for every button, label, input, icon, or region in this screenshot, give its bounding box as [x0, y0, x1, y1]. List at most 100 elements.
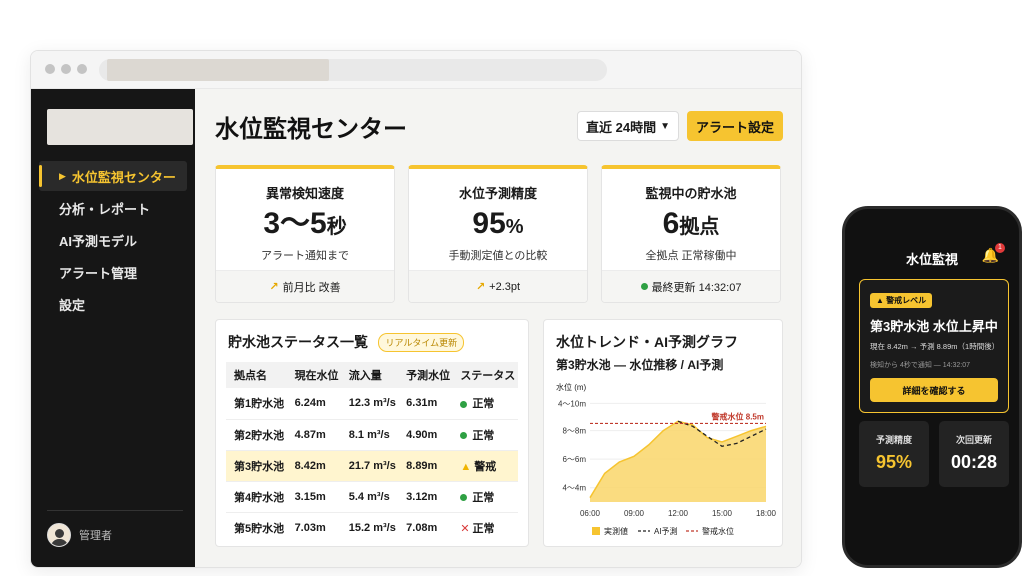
- column-header: 拠点名: [226, 362, 287, 388]
- status-online-icon: [640, 283, 648, 290]
- logo-placeholder: [47, 109, 193, 145]
- address-bar[interactable]: [99, 59, 607, 81]
- kpi-card-detection-speed: 異常検知速度 3〜5秒 アラート通知まで ↗ 前月比 改善: [215, 165, 395, 303]
- y-tick-label: 8〜8m: [562, 427, 586, 436]
- x-tick-label: 06:00: [580, 509, 601, 518]
- alert-settings-button[interactable]: アラート設定: [687, 111, 783, 141]
- sidebar-item-label: 分析・レポート: [59, 201, 151, 217]
- x-tick-label: 15:00: [712, 509, 733, 518]
- kpi-unit: 秒: [326, 216, 347, 238]
- user-profile[interactable]: 管理者: [47, 523, 112, 547]
- kpi-footer: ↗ +2.3pt: [409, 270, 587, 302]
- sidebar-item-analytics[interactable]: 分析・レポート: [39, 193, 187, 223]
- caret-right-icon: ▶: [59, 170, 66, 181]
- y-axis-label: 水位 (m): [556, 382, 587, 392]
- cell-name: 第4貯水池: [226, 481, 287, 513]
- alert-detail: 現在 8.42m → 予測 8.89m（1時間後）: [870, 342, 1000, 351]
- status-text: 警戒: [474, 460, 497, 473]
- phone-card-next-update: 次回更新 00:28: [939, 421, 1009, 487]
- cell-forecast: 3.12m: [398, 481, 453, 513]
- sidebar-item-ai-model[interactable]: AI予測モデル: [39, 225, 187, 255]
- cell-level: 7.03m: [294, 521, 326, 534]
- chevron-down-icon: ▼: [660, 120, 670, 132]
- kpi-card-reservoirs: 監視中の貯水池 6拠点 全拠点 正常稼働中 最終更新 14:32:07: [601, 165, 781, 303]
- window-dot-icon[interactable]: [61, 64, 71, 74]
- realtime-badge: リアルタイム更新: [378, 333, 465, 353]
- sidebar-item-alerts[interactable]: アラート管理: [39, 257, 187, 287]
- window-dot-icon[interactable]: [45, 64, 55, 74]
- cell-status: 正常: [452, 481, 518, 513]
- chart-subtitle: 第3貯水池 — 水位推移 / AI予測: [556, 358, 724, 372]
- kpi-subtext: 手動測定値との比較: [448, 250, 548, 262]
- cell-level: 3.15m: [286, 481, 341, 513]
- trend-chart: 水位 (m) 4〜10m 8〜8m 6〜6m 4〜4m 06:00 09:00 12:00 15…: [556, 382, 777, 536]
- sidebar-item-label: アラート管理: [59, 265, 138, 281]
- alert-note: 検知から 4秒で通知 — 14:32:07: [870, 362, 970, 369]
- threshold-label: 警戒水位 8.5m: [711, 411, 764, 421]
- trend-up-icon: ↗: [475, 281, 486, 293]
- column-header: 現在水位: [286, 362, 341, 388]
- sidebar-item-settings[interactable]: 設定: [39, 289, 187, 319]
- cell-name: 第1貯水池: [226, 388, 287, 420]
- legend-label-threshold: 警戒水位: [702, 526, 734, 536]
- cell-level: 6.24m: [286, 388, 341, 420]
- table-row[interactable]: 第2貯水池 4.87m 8.1 m³/s 4.90m 正常: [226, 419, 518, 451]
- table-row-warning[interactable]: 第3貯水池 8.42m 21.7 m³/s 8.89m ▲ 警戒: [226, 450, 518, 482]
- reservoir-status-panel: 貯水池ステータス一覧 リアルタイム更新 拠点名 現在水位 流入量 予測水位 ステ…: [215, 319, 529, 547]
- kpi-footer: 最終更新 14:32:07: [602, 270, 780, 302]
- panel-header: 貯水池ステータス一覧 リアルタイム更新: [228, 332, 465, 353]
- window-dot-icon[interactable]: [77, 64, 87, 74]
- trend-up-icon: ↗: [269, 281, 279, 293]
- card-label: 予測精度: [875, 435, 912, 445]
- sidebar-item-label: 設定: [59, 297, 86, 313]
- alert-title: 第3貯水池 水位上昇中: [870, 319, 998, 334]
- cell-name: 第3貯水池: [226, 450, 287, 482]
- sidebar-item-monitoring[interactable]: ▶ 水位監視センター: [39, 161, 187, 191]
- kpi-number: 95: [472, 207, 506, 240]
- table-row[interactable]: 第1貯水池 6.24m 12.3 m³/s 6.31m 正常: [226, 388, 518, 420]
- column-header: ステータス: [452, 362, 518, 388]
- time-range-value: 直近 24時間: [586, 119, 657, 135]
- reservoir-table: 拠点名 現在水位 流入量 予測水位 ステータス 第1貯水池 6.24m 12.3…: [226, 362, 518, 543]
- y-tick-label: 4〜10m: [558, 399, 586, 408]
- cell-forecast: 8.89m: [398, 450, 453, 482]
- sidebar-nav: ▶ 水位監視センター 分析・レポート AI予測モデル アラート管理 設定: [31, 161, 195, 321]
- page-title: 水位監視センター: [215, 116, 407, 143]
- kpi-number: 6: [662, 207, 680, 240]
- kpi-unit: 拠点: [679, 216, 720, 238]
- x-tick-label: 18:00: [756, 509, 777, 518]
- cell-status: ▲ 警戒: [452, 450, 518, 482]
- kpi-footer-text: +2.3pt: [489, 280, 521, 293]
- cell-forecast: 6.31m: [398, 388, 453, 420]
- time-range-select[interactable]: 直近 24時間 ▼: [577, 111, 679, 141]
- phone-alert-card: ▲ 警戒レベル 第3貯水池 水位上昇中 現在 8.42m → 予測 8.89m（…: [859, 279, 1009, 413]
- alert-level-text: 警戒レベル: [886, 296, 927, 305]
- cell-forecast: 4.90m: [398, 419, 453, 451]
- x-tick-label: 09:00: [624, 509, 645, 518]
- app-shell: ▶ 水位監視センター 分析・レポート AI予測モデル アラート管理 設定 管理者…: [31, 89, 801, 567]
- status-text: 正常: [472, 522, 495, 535]
- x-tick-label: 12:00: [668, 509, 689, 518]
- series-area-actual: [590, 421, 766, 502]
- card-label: 次回更新: [955, 435, 992, 445]
- kpi-label: 異常検知速度: [265, 186, 344, 201]
- cell-inflow: 12.3 m³/s: [340, 388, 399, 420]
- kpi-label: 水位予測精度: [458, 186, 537, 201]
- kpi-label: 監視中の貯水池: [645, 186, 737, 201]
- column-header: 予測水位: [398, 362, 453, 388]
- table-header-row: 拠点名 現在水位 流入量 予測水位 ステータス: [226, 362, 518, 388]
- phone-card-accuracy: 予測精度 95%: [859, 421, 929, 487]
- notification-badge: 1: [995, 243, 1005, 253]
- cross-icon: ✕: [460, 522, 470, 535]
- reservoir-table-wrap: 拠点名 現在水位 流入量 予測水位 ステータス 第1貯水池 6.24m 12.3…: [226, 362, 518, 543]
- cell-status: 正常: [452, 419, 518, 451]
- table-row[interactable]: 第5貯水池 7.03m 15.2 m³/s 7.08m ✕ 正常: [226, 512, 518, 543]
- kpi-subtext: アラート通知まで: [261, 250, 349, 262]
- kpi-subtext: 全拠点 正常稼働中: [645, 250, 737, 262]
- kpi-value: 3〜5秒: [216, 206, 394, 245]
- table-row[interactable]: 第4貯水池 3.15m 5.4 m³/s 3.12m 正常: [226, 481, 518, 513]
- kpi-number: 3〜5: [263, 207, 327, 240]
- view-details-button[interactable]: 詳細を確認する: [870, 378, 998, 402]
- browser-window: ▶ 水位監視センター 分析・レポート AI予測モデル アラート管理 設定 管理者…: [30, 50, 802, 568]
- sidebar: ▶ 水位監視センター 分析・レポート AI予測モデル アラート管理 設定 管理者: [31, 89, 195, 567]
